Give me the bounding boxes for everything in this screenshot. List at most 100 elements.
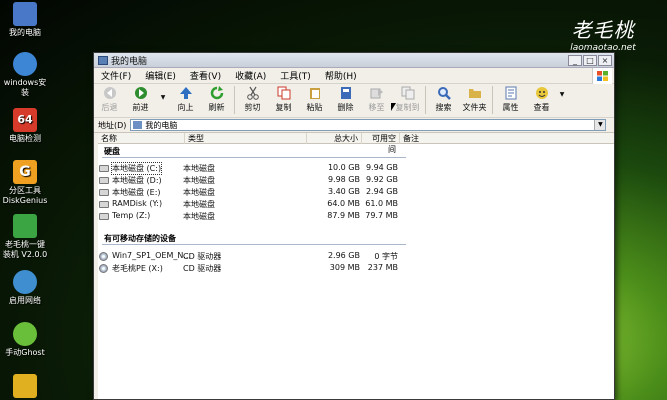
- drive-type: CD 驱动器: [183, 264, 222, 273]
- copy-button[interactable]: 复制: [268, 86, 299, 113]
- close-button[interactable]: ×: [598, 54, 612, 66]
- drive-type: CD 驱动器: [183, 252, 222, 261]
- left-border: [94, 133, 98, 399]
- toolbar-label: 前进: [132, 103, 149, 112]
- move-to-button[interactable]: 移至: [361, 86, 392, 113]
- drive-total: 3.40 GB: [327, 187, 360, 196]
- back-button[interactable]: 后退: [94, 86, 125, 113]
- toolbar-label: 查看: [533, 103, 550, 112]
- menu-favorites[interactable]: 收藏(A): [228, 69, 273, 82]
- copy-to-icon: [401, 86, 414, 100]
- pc-check-icon: 64: [13, 108, 37, 132]
- view-dropdown[interactable]: ▼: [557, 86, 567, 98]
- toolbar-label: 删除: [337, 103, 354, 112]
- address-dropdown-button[interactable]: ▼: [594, 120, 606, 130]
- hard-disk-icon: [99, 177, 109, 184]
- desktop-icon-enable-network[interactable]: 启用网络: [2, 270, 48, 306]
- windows-flag-icon: [592, 68, 612, 84]
- desktop-icon-my-computer[interactable]: 我的电脑: [2, 2, 48, 38]
- folders-button[interactable]: 文件夹: [459, 86, 490, 113]
- menu-view[interactable]: 查看(V): [183, 69, 228, 82]
- chevron-down-icon: ▼: [559, 91, 565, 98]
- view-button[interactable]: 查看: [526, 86, 557, 113]
- hard-disk-icon: [99, 189, 109, 196]
- properties-icon: [505, 86, 516, 100]
- forward-arrow-icon: [134, 87, 147, 99]
- drive-type: 本地磁盘: [183, 200, 215, 209]
- cd-drive-icon: [99, 264, 108, 273]
- address-value: 我的电脑: [145, 120, 178, 130]
- forward-button[interactable]: 前进: [125, 86, 156, 113]
- desktop-icon-partial[interactable]: [2, 374, 48, 400]
- toolbar-separator: [425, 86, 426, 114]
- group-title-removable: 有可移动存储的设备: [104, 234, 176, 243]
- menu-edit[interactable]: 编辑(E): [138, 69, 183, 82]
- toolbar-label: 文件夹: [462, 103, 487, 112]
- laomaotao-logo: 老毛桃 laomaotao.net: [563, 14, 643, 53]
- address-bar: 地址(D) 我的电脑 ▼: [94, 118, 614, 133]
- copy-to-button[interactable]: 复制到: [392, 86, 423, 113]
- desktop-icon-label: 老毛桃一键 装机 V2.0.0: [2, 240, 48, 259]
- cd-drive-icon: [99, 252, 108, 261]
- title-bar[interactable]: 我的电脑 _ □ ×: [94, 53, 614, 68]
- refresh-button[interactable]: 刷新: [201, 86, 232, 113]
- maximize-button[interactable]: □: [583, 54, 597, 66]
- scissors-icon: [246, 86, 259, 100]
- drive-type: 本地磁盘: [183, 188, 215, 197]
- drive-total: 87.9 MB: [327, 211, 360, 220]
- hard-disk-icon: [99, 201, 109, 208]
- column-header: 名称 类型 总大小 可用空间 备注: [98, 133, 616, 154]
- cut-button[interactable]: 剪切: [237, 86, 268, 113]
- hard-disk-icon: [99, 165, 109, 172]
- toolbar-label: 复制到: [395, 103, 420, 112]
- drive-free: 9.94 GB: [365, 163, 398, 172]
- desktop-icon-label: 分区工具 DiskGenius: [2, 186, 48, 205]
- minimize-button[interactable]: _: [568, 54, 582, 66]
- column-name[interactable]: 名称: [98, 133, 184, 144]
- address-input[interactable]: 我的电脑 ▼: [130, 119, 607, 131]
- window-title: 我的电脑: [111, 56, 148, 67]
- paste-button[interactable]: 粘贴: [299, 86, 330, 113]
- desktop-icon-pc-check[interactable]: 64 电脑检测: [2, 108, 48, 144]
- desktop-icon-one-key-install[interactable]: 老毛桃一键 装机 V2.0.0: [2, 214, 48, 260]
- folders-icon: [468, 89, 481, 98]
- up-button[interactable]: 向上: [170, 86, 201, 113]
- drive-total: 9.98 GB: [327, 175, 360, 184]
- logo-text: 老毛桃: [571, 18, 635, 42]
- hard-disk-icon: [99, 213, 109, 220]
- desktop-icon-diskgenius[interactable]: G 分区工具 DiskGenius: [2, 160, 48, 206]
- properties-button[interactable]: 属性: [495, 86, 526, 113]
- column-free-space[interactable]: 可用空间: [361, 133, 399, 154]
- toolbar-label: 属性: [502, 103, 519, 112]
- menu-tools[interactable]: 工具(T): [273, 69, 318, 82]
- delete-button[interactable]: 删除: [330, 86, 361, 113]
- toolbar-label: 后退: [101, 103, 118, 112]
- column-total-size[interactable]: 总大小: [306, 133, 361, 144]
- desktop-icon-manual-ghost[interactable]: 手动Ghost: [2, 322, 48, 358]
- menu-file[interactable]: 文件(F): [94, 69, 138, 82]
- up-arrow-icon: [179, 87, 192, 99]
- toolbar-separator: [234, 86, 235, 114]
- drive-type: 本地磁盘: [183, 212, 215, 221]
- desktop-icon-label: windows安装: [3, 78, 47, 97]
- toolbar-label: 搜索: [435, 103, 452, 112]
- forward-dropdown[interactable]: ▼: [156, 86, 170, 101]
- drive-free: 0 字节: [374, 252, 398, 261]
- address-label: 地址(D): [98, 120, 127, 130]
- search-icon: [437, 87, 451, 100]
- explorer-window: 我的电脑 _ □ × 文件(F) 编辑(E) 查看(V) 收藏(A) 工具(T)…: [93, 52, 615, 400]
- column-type[interactable]: 类型: [184, 133, 306, 144]
- desktop-icon-label: 手动Ghost: [5, 348, 45, 357]
- desktop-icon-label: 我的电脑: [9, 28, 41, 37]
- computer-icon: [133, 121, 143, 129]
- toolbar-label: 刷新: [208, 103, 225, 112]
- menu-help[interactable]: 帮助(H): [318, 69, 364, 82]
- drive-name: 本地磁盘 (D:): [112, 176, 162, 185]
- search-button[interactable]: 搜索: [428, 86, 459, 113]
- desktop-icon-windows-install[interactable]: windows安装: [2, 52, 48, 98]
- drive-name: RAMDisk (Y:): [112, 199, 163, 208]
- tool-icon: [13, 374, 37, 398]
- column-comment[interactable]: 备注: [399, 133, 616, 144]
- toolbar-label: 粘贴: [306, 103, 323, 112]
- chevron-down-icon: ▼: [160, 94, 166, 101]
